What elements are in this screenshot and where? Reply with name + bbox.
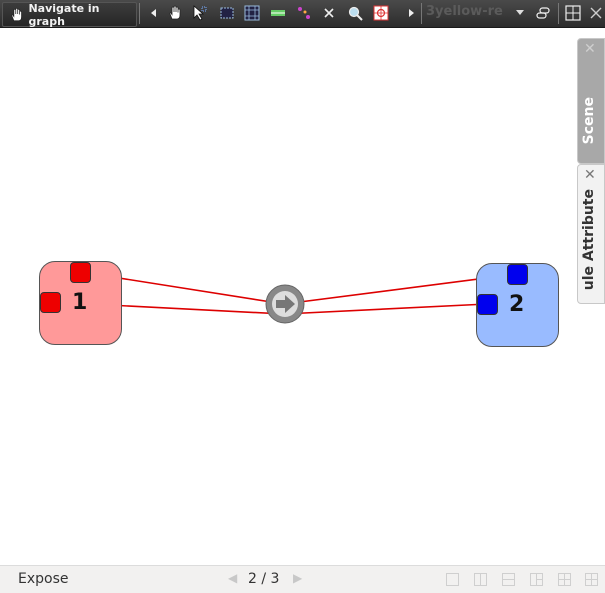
- scroll-right-icon[interactable]: [403, 5, 419, 21]
- fit-icon[interactable]: [270, 5, 286, 21]
- link-icon[interactable]: [535, 5, 551, 21]
- attribute-panel-tab[interactable]: ✕ ule Attribute: [577, 164, 605, 304]
- node-port[interactable]: [507, 264, 528, 285]
- scroll-left-icon[interactable]: [146, 5, 162, 21]
- toolbar-separator: [421, 3, 422, 24]
- zoom-icon[interactable]: [347, 5, 363, 21]
- status-mode: Expose: [18, 571, 69, 587]
- navigate-mode-button[interactable]: Navigate in graph: [2, 1, 137, 28]
- scene-panel-tab[interactable]: ✕ Scene: [577, 38, 605, 164]
- hand-icon[interactable]: [167, 5, 183, 21]
- hand-icon: [11, 7, 22, 21]
- layout-split-h-icon[interactable]: [502, 573, 515, 586]
- node-port[interactable]: [70, 262, 91, 283]
- operator-arrow-icon[interactable]: [264, 283, 306, 325]
- layout-three-icon[interactable]: [530, 573, 543, 586]
- page-indicator: 2 / 3: [248, 571, 280, 587]
- center-icon[interactable]: [373, 5, 389, 21]
- dots-icon[interactable]: [296, 5, 312, 21]
- layout-grid-icon[interactable]: [585, 573, 598, 586]
- mode-label: Navigate in graph: [28, 1, 100, 28]
- box-select-icon[interactable]: [219, 5, 235, 21]
- delete-icon[interactable]: [321, 5, 337, 21]
- layout-split-v-icon[interactable]: [474, 573, 487, 586]
- toolbar: Navigate in graph 3yellow-re: [0, 0, 605, 28]
- close-icon[interactable]: ✕: [584, 167, 596, 183]
- layout-single-icon[interactable]: [446, 573, 459, 586]
- graph-canvas[interactable]: 1 2 ✕ Scene ✕ ule Attribute: [0, 28, 605, 565]
- select-arrow-icon[interactable]: [192, 5, 208, 21]
- chevron-left-icon[interactable]: ◀: [228, 571, 237, 585]
- layout-quad-icon[interactable]: [558, 573, 571, 586]
- node-label: 2: [509, 292, 525, 317]
- attribute-tab-label: ule Attribute: [581, 189, 597, 291]
- edge-line: [283, 303, 488, 315]
- node-port[interactable]: [40, 292, 61, 313]
- scene-combo[interactable]: 3yellow-re: [426, 4, 526, 23]
- node-port[interactable]: [477, 294, 498, 315]
- toolbar-separator: [558, 3, 559, 24]
- chevron-right-icon[interactable]: ▶: [293, 571, 302, 585]
- more-icon[interactable]: [588, 5, 604, 21]
- scene-tab-label: Scene: [581, 97, 597, 145]
- layout-grid-icon[interactable]: [565, 5, 581, 21]
- node-label: 1: [72, 290, 88, 315]
- chevron-down-icon[interactable]: [516, 10, 524, 15]
- grid-select-icon[interactable]: [244, 5, 260, 21]
- close-icon[interactable]: ✕: [584, 41, 596, 57]
- toolbar-separator: [139, 3, 140, 24]
- status-bar: Expose ◀ 2 / 3 ▶: [0, 565, 605, 593]
